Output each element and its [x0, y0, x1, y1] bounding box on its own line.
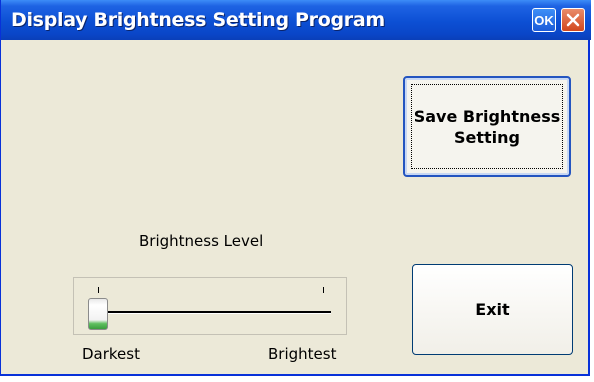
slider-tick-min — [98, 287, 99, 293]
brightness-slider-frame — [73, 277, 347, 335]
brightness-slider-track[interactable] — [95, 311, 331, 314]
slider-max-label: Brightest — [268, 345, 337, 363]
save-brightness-label: Save Brightness Setting — [412, 106, 562, 148]
brightness-level-label: Brightness Level — [139, 232, 264, 250]
slider-min-label: Darkest — [82, 345, 140, 363]
close-button[interactable] — [561, 8, 585, 32]
ok-button[interactable]: OK — [532, 8, 556, 32]
brightness-slider-thumb[interactable] — [88, 298, 108, 330]
exit-button-label: Exit — [475, 300, 510, 319]
title-bar[interactable]: Display Brightness Setting Program OK — [1, 0, 591, 40]
slider-tick-max — [323, 287, 324, 293]
close-icon — [566, 13, 580, 27]
window-title: Display Brightness Setting Program — [11, 9, 385, 31]
exit-button[interactable]: Exit — [412, 264, 573, 355]
save-brightness-button[interactable]: Save Brightness Setting — [403, 76, 571, 177]
save-label-line2: Setting — [454, 127, 520, 147]
save-label-line1: Save Brightness — [413, 106, 561, 126]
brightness-window: Display Brightness Setting Program OK Sa… — [0, 0, 591, 376]
ok-button-label: OK — [534, 12, 554, 28]
